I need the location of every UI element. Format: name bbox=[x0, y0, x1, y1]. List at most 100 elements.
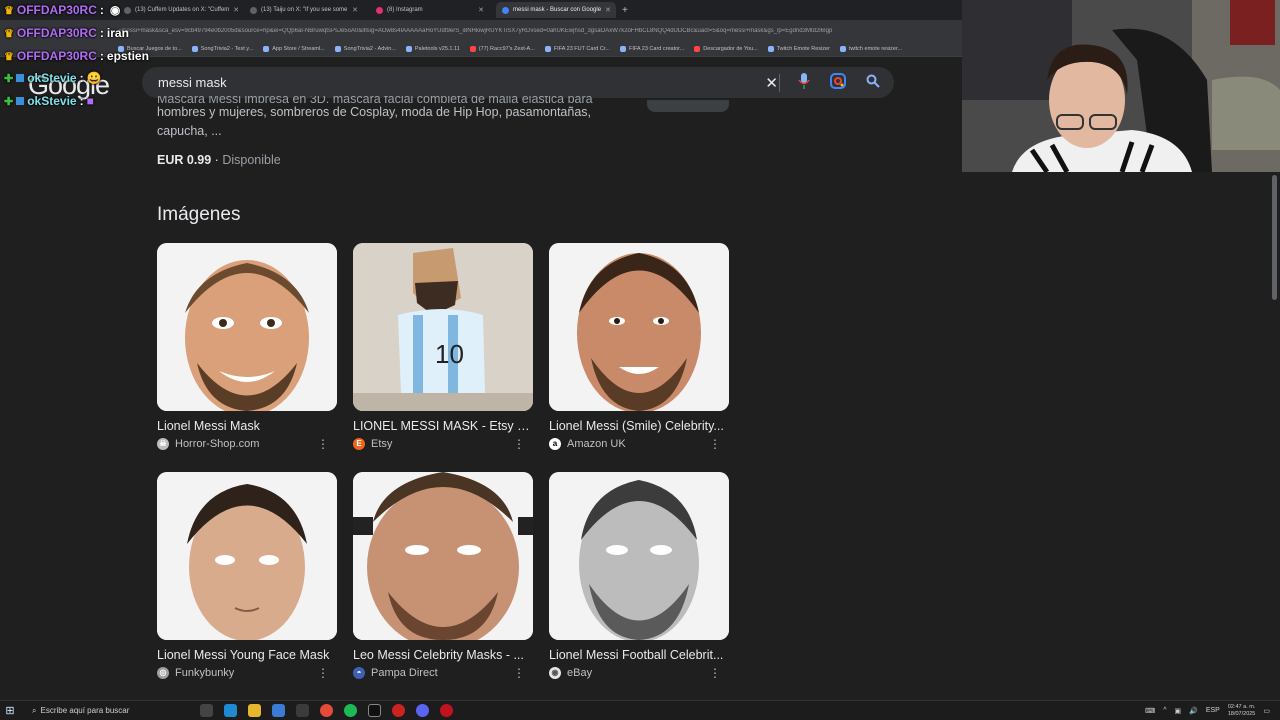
bookmark[interactable]: FIFA 23 FUT Card Cr... bbox=[544, 46, 610, 52]
image-result[interactable]: Lionel Messi Young Face Mask ◎ Funkybunky… bbox=[157, 472, 337, 680]
more-options-icon[interactable]: ⋮ bbox=[317, 437, 329, 451]
tab-title: (8) Instagram bbox=[387, 7, 423, 13]
network-icon[interactable]: ▣ bbox=[1174, 707, 1181, 715]
bookmark[interactable]: Twitch Emote Resizer bbox=[767, 46, 830, 52]
tab-cuffem[interactable]: (13) Cuffem Updates on X: "Cuffem ✕ bbox=[118, 2, 238, 18]
availability: Disponible bbox=[222, 153, 281, 167]
store-icon[interactable] bbox=[272, 704, 285, 717]
result-thumbnail[interactable] bbox=[549, 472, 729, 640]
google-icon bbox=[502, 6, 509, 14]
emote-icon: ■ bbox=[86, 94, 94, 108]
result-source[interactable]: ◓ Pampa Direct ⋮ bbox=[353, 666, 533, 680]
chat-message: ✚ okStevie: ■ bbox=[4, 94, 94, 108]
bookmark[interactable]: App Store / Streaml... bbox=[263, 46, 325, 52]
microphone-icon[interactable] bbox=[798, 73, 810, 94]
file-explorer-icon[interactable] bbox=[248, 704, 261, 717]
horror-shop-favicon-icon: ☠ bbox=[157, 438, 169, 450]
search-box[interactable]: ✕ bbox=[142, 67, 894, 98]
taskbar-search[interactable]: ⌕ Escribe aquí para buscar bbox=[20, 702, 180, 720]
bookmark[interactable]: twitch emote resizer... bbox=[839, 46, 902, 52]
more-options-icon[interactable]: ⋮ bbox=[317, 666, 329, 680]
result-thumbnail[interactable] bbox=[353, 472, 533, 640]
spotify-icon[interactable] bbox=[344, 704, 357, 717]
notification-icon[interactable]: ▭ bbox=[1263, 707, 1270, 715]
bookmark[interactable]: FIFA 23 Card creator... bbox=[619, 46, 684, 52]
volume-icon[interactable]: 🔊 bbox=[1189, 707, 1198, 715]
result-title[interactable]: Lionel Messi Young Face Mask bbox=[157, 648, 335, 662]
recorder-icon[interactable] bbox=[392, 704, 405, 717]
language-indicator[interactable]: ESP bbox=[1206, 707, 1220, 714]
result-source[interactable]: ☠ Horror-Shop.com ⋮ bbox=[157, 437, 337, 451]
result-thumbnail[interactable]: 10 bbox=[353, 243, 533, 411]
result-source[interactable]: a Amazon UK ⋮ bbox=[549, 437, 729, 451]
bookmark[interactable]: (77) Racc97's Zest-A... bbox=[469, 46, 535, 52]
emote-icon: ◉ bbox=[109, 3, 121, 17]
search-icon[interactable] bbox=[866, 74, 880, 93]
mail-icon[interactable] bbox=[296, 704, 309, 717]
result-title[interactable]: Lionel Messi Football Celebrit... bbox=[549, 648, 727, 662]
bookmark[interactable]: SongTrivia2 - Test y... bbox=[191, 46, 253, 52]
crown-icon: ♛ bbox=[4, 4, 14, 17]
more-options-icon[interactable]: ⋮ bbox=[513, 437, 525, 451]
bookmark[interactable]: Descargador de You... bbox=[694, 46, 758, 52]
result-source[interactable]: E Etsy ⋮ bbox=[353, 437, 533, 451]
capcut-icon[interactable] bbox=[368, 704, 381, 717]
more-options-icon[interactable]: ⋮ bbox=[513, 666, 525, 680]
tab-taiju[interactable]: (13) Taiju on X: "If you see some ✕ bbox=[244, 2, 364, 18]
result-source[interactable]: ◉ eBay ⋮ bbox=[549, 666, 729, 680]
instagram-icon bbox=[376, 6, 383, 14]
result-source[interactable]: ◎ Funkybunky ⋮ bbox=[157, 666, 337, 680]
chrome-icon[interactable] bbox=[320, 704, 333, 717]
result-thumbnail[interactable] bbox=[549, 243, 729, 411]
price-line: EUR 0.99 · Disponible bbox=[157, 153, 281, 167]
webcam-overlay bbox=[962, 0, 1280, 172]
result-title[interactable]: Lionel Messi (Smile) Celebrity... bbox=[549, 419, 727, 433]
url-text[interactable]: =messi+mask&sca_esv=9cb49794e0b2005d&sou… bbox=[118, 28, 958, 34]
result-title[interactable]: Lionel Messi Mask bbox=[157, 419, 335, 433]
chevron-up-icon[interactable]: ^ bbox=[1163, 707, 1166, 714]
result-title[interactable]: Leo Messi Celebrity Masks - ... bbox=[353, 648, 531, 662]
keyboard-icon[interactable]: ⌨ bbox=[1145, 707, 1155, 715]
image-result[interactable]: Lionel Messi (Smile) Celebrity... a Amazo… bbox=[549, 243, 729, 451]
google-lens-icon[interactable] bbox=[830, 73, 846, 94]
discord-icon[interactable] bbox=[416, 704, 429, 717]
search-input[interactable] bbox=[158, 75, 738, 90]
close-tab-icon[interactable]: ✕ bbox=[233, 6, 238, 14]
more-options-icon[interactable]: ⋮ bbox=[709, 437, 721, 451]
snippet-text: hombres y mujeres, sombreros de Cosplay,… bbox=[157, 105, 592, 138]
image-result[interactable]: Lionel Messi Mask ☠ Horror-Shop.com ⋮ bbox=[157, 243, 337, 451]
new-tab-icon[interactable]: + bbox=[622, 5, 628, 16]
tab-google-search[interactable]: messi mask - Buscar con Google ✕ bbox=[496, 2, 616, 18]
system-tray: ⌨ ^ ▣ 🔊 ESP 02:47 a. m. 18/07/2025 ▭ bbox=[1145, 704, 1280, 718]
pampa-direct-favicon-icon: ◓ bbox=[353, 667, 365, 679]
product-button[interactable] bbox=[647, 100, 729, 112]
address-bar[interactable]: =messi+mask&sca_esv=9cb49794e0b2005d&sou… bbox=[0, 20, 962, 42]
image-result[interactable]: Lionel Messi Football Celebrit... ◉ eBay ⋮ bbox=[549, 472, 729, 680]
result-title[interactable]: LIONEL MESSI MASK - Etsy M... bbox=[353, 419, 531, 433]
close-tab-icon[interactable]: ✕ bbox=[352, 6, 358, 14]
image-result[interactable]: Leo Messi Celebrity Masks - ... ◓ Pampa D… bbox=[353, 472, 533, 680]
close-tab-icon[interactable]: ✕ bbox=[605, 6, 611, 14]
clear-icon[interactable]: ✕ bbox=[765, 74, 778, 93]
bookmark[interactable]: Paletools v25.1.11 bbox=[405, 46, 460, 52]
edge-icon[interactable] bbox=[224, 704, 237, 717]
clock[interactable]: 02:47 a. m. 18/07/2025 bbox=[1228, 704, 1256, 718]
price: EUR 0.99 bbox=[157, 153, 212, 167]
badge-icon bbox=[16, 97, 25, 105]
tab-title: messi mask - Buscar con Google bbox=[513, 7, 602, 13]
browser-tab-bar: (13) Cuffem Updates on X: "Cuffem ✕ (13) … bbox=[0, 0, 962, 20]
taskbar-search-placeholder: Escribe aquí para buscar bbox=[40, 706, 130, 715]
task-view-icon[interactable] bbox=[200, 704, 213, 717]
result-thumbnail[interactable] bbox=[157, 243, 337, 411]
emote-icon: 😀 bbox=[86, 71, 102, 85]
close-tab-icon[interactable]: ✕ bbox=[478, 6, 484, 14]
more-options-icon[interactable]: ⋮ bbox=[709, 666, 721, 680]
page-scrollbar[interactable] bbox=[1272, 175, 1277, 300]
result-thumbnail[interactable] bbox=[157, 472, 337, 640]
image-result[interactable]: 10 LIONEL MESSI MASK - Etsy M... E Etsy ⋮ bbox=[353, 243, 533, 451]
windows-start-icon[interactable]: ⊞ bbox=[0, 701, 20, 720]
result-snippet: Máscara Messi impresa en 3D, máscara fac… bbox=[157, 96, 627, 141]
tab-instagram[interactable]: (8) Instagram ✕ bbox=[370, 2, 490, 18]
bookmark[interactable]: SongTrivia2 - Advin... bbox=[334, 46, 396, 52]
app-icon[interactable] bbox=[440, 704, 453, 717]
